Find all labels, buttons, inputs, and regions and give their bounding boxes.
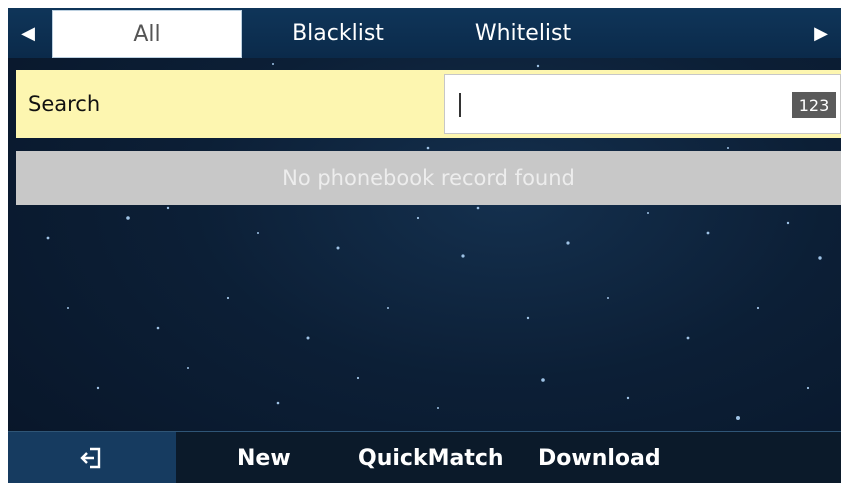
exit-icon (80, 447, 101, 469)
download-button[interactable]: Download (538, 432, 661, 483)
new-button[interactable]: New (237, 432, 291, 483)
softkey-bar: New QuickMatch Download (8, 431, 841, 483)
triangle-left-icon[interactable]: ◀ (8, 8, 48, 58)
phone-screen: ◀ All Blacklist Whitelist ▶ Search 123 N… (8, 8, 841, 483)
search-row: Search 123 (16, 70, 841, 138)
search-input[interactable]: 123 (444, 74, 841, 134)
empty-list-text: No phonebook record found (282, 166, 575, 190)
text-caret (459, 93, 461, 117)
tab-blacklist-label: Blacklist (292, 20, 384, 46)
tab-blacklist[interactable]: Blacklist (263, 10, 413, 56)
quickmatch-button-label: QuickMatch (358, 445, 504, 471)
tab-all[interactable]: All (52, 10, 242, 58)
triangle-right-icon[interactable]: ▶ (801, 8, 841, 58)
search-label: Search (28, 92, 101, 116)
tab-whitelist[interactable]: Whitelist (448, 10, 598, 56)
back-button[interactable] (8, 432, 176, 483)
download-button-label: Download (538, 445, 661, 471)
quickmatch-button[interactable]: QuickMatch (358, 432, 504, 483)
tab-all-label: All (133, 21, 161, 47)
tab-bar: ◀ All Blacklist Whitelist ▶ (8, 8, 841, 58)
tab-whitelist-label: Whitelist (474, 20, 572, 46)
empty-list-message: No phonebook record found (16, 151, 841, 205)
new-button-label: New (237, 445, 291, 471)
input-mode-badge[interactable]: 123 (792, 92, 836, 118)
